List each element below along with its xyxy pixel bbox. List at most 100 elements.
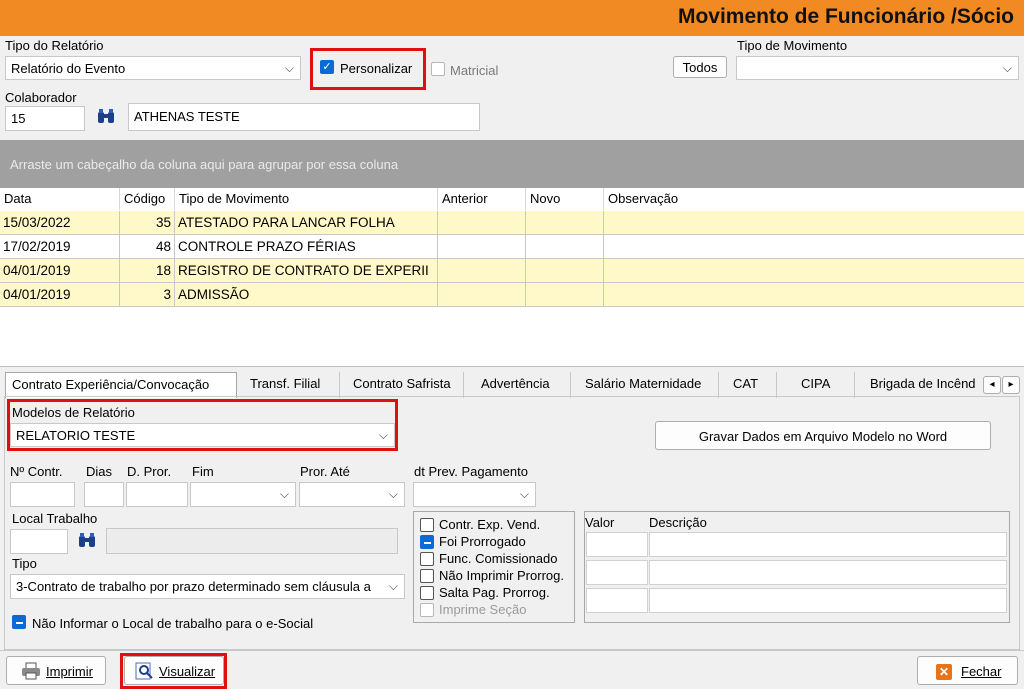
column-header-data[interactable]: Data xyxy=(0,188,120,210)
tab-scroll-left-icon[interactable]: ◂ xyxy=(983,376,1001,394)
cell-observacao xyxy=(604,283,1024,307)
valor-cell[interactable] xyxy=(586,588,648,613)
report-type-label: Tipo do Relatório xyxy=(5,38,104,53)
modelos-select[interactable]: RELATORIO TESTE ⌵ xyxy=(10,423,395,447)
tab-transf-filial[interactable]: Transf. Filial xyxy=(244,372,340,398)
valor-cell[interactable] xyxy=(586,532,648,557)
cell-anterior xyxy=(438,235,526,259)
descricao-cell[interactable] xyxy=(649,560,1007,585)
pror-ate-date-input[interactable]: ⌵ xyxy=(299,482,405,507)
report-type-select[interactable]: Relatório do Evento ⌵ xyxy=(5,56,301,80)
tipo-value: 3-Contrato de trabalho por prazo determi… xyxy=(16,579,371,594)
cell-observacao xyxy=(604,235,1024,259)
movement-type-select[interactable]: ⌵ xyxy=(736,56,1019,80)
todos-button[interactable]: Todos xyxy=(673,56,727,78)
local-trabalho-code-input[interactable] xyxy=(10,529,68,554)
matricial-label: Matricial xyxy=(450,63,499,78)
chevron-down-icon: ⌵ xyxy=(388,487,398,501)
collaborator-name-field: ATHENAS TESTE xyxy=(128,103,480,131)
cell-observacao xyxy=(604,211,1024,235)
table-row[interactable]: 04/01/2019 3 ADMISSÃO xyxy=(0,283,1024,307)
group-panel-text: Arraste um cabeçalho da coluna aqui para… xyxy=(10,157,399,172)
minus-icon xyxy=(12,615,26,629)
binoculars-icon[interactable] xyxy=(77,532,99,552)
cell-tipo: REGISTRO DE CONTRATO DE EXPERII xyxy=(175,259,438,283)
fechar-label: Fechar xyxy=(961,664,1002,679)
cell-codigo: 18 xyxy=(120,259,175,283)
d-pror-label: D. Pror. xyxy=(127,464,172,479)
gravar-word-button[interactable]: Gravar Dados em Arquivo Modelo no Word xyxy=(655,421,991,450)
column-header-novo[interactable]: Novo xyxy=(526,188,604,210)
table-row[interactable]: 04/01/2019 18 REGISTRO DE CONTRATO DE EX… xyxy=(0,259,1024,283)
column-header-tipo[interactable]: Tipo de Movimento xyxy=(175,188,438,210)
cell-novo xyxy=(526,283,604,307)
binoculars-icon[interactable] xyxy=(96,108,118,128)
cell-tipo: ADMISSÃO xyxy=(175,283,438,307)
tab-cat[interactable]: CAT xyxy=(727,372,777,398)
column-header-descricao[interactable]: Descrição xyxy=(649,515,707,530)
valor-cell[interactable] xyxy=(586,560,648,585)
collaborator-code-input[interactable]: 15 xyxy=(5,106,85,131)
descricao-cell[interactable] xyxy=(649,532,1007,557)
personalizar-label: Personalizar xyxy=(340,61,413,76)
matricial-checkbox[interactable] xyxy=(431,62,447,78)
tab-scroll-right-icon[interactable]: ▸ xyxy=(1002,376,1020,394)
cell-data: 04/01/2019 xyxy=(0,259,120,283)
dt-prev-date-input[interactable]: ⌵ xyxy=(413,482,536,507)
valor-descricao-grid: Valor Descrição xyxy=(584,511,1010,623)
table-row[interactable]: 15/03/2022 35 ATESTADO PARA LANCAR FOLHA xyxy=(0,211,1024,235)
cell-data: 04/01/2019 xyxy=(0,283,120,307)
column-header-observacao[interactable]: Observação xyxy=(604,188,1024,210)
group-by-panel[interactable]: Arraste um cabeçalho da coluna aqui para… xyxy=(0,140,1024,188)
tab-contrato-safrista[interactable]: Contrato Safrista xyxy=(347,372,464,398)
collaborator-label: Colaborador xyxy=(5,90,77,105)
table-row[interactable]: 17/02/2019 48 CONTROLE PRAZO FÉRIAS xyxy=(0,235,1024,259)
nao-informar-label: Não Informar o Local de trabalho para o … xyxy=(32,616,314,631)
visualizar-label: Visualizar xyxy=(159,664,216,679)
cell-codigo: 48 xyxy=(120,235,175,259)
movement-type-label: Tipo de Movimento xyxy=(737,38,848,53)
tipo-select[interactable]: 3-Contrato de trabalho por prazo determi… xyxy=(10,574,405,599)
n-contr-input[interactable] xyxy=(10,482,75,507)
column-header-codigo[interactable]: Código xyxy=(120,188,175,210)
tab-cipa[interactable]: CIPA xyxy=(795,372,855,398)
chevron-down-icon: ⌵ xyxy=(388,579,398,593)
title-bar: Movimento de Funcionário /Sócio xyxy=(0,0,1024,36)
imprimir-button[interactable]: Imprimir xyxy=(6,656,106,685)
tab-salario-maternidade[interactable]: Salário Maternidade xyxy=(579,372,719,398)
close-icon: ✕ xyxy=(936,664,952,680)
dias-input[interactable] xyxy=(84,482,124,507)
chevron-down-icon: ⌵ xyxy=(519,487,529,501)
collaborator-code: 15 xyxy=(11,111,26,126)
report-type-value: Relatório do Evento xyxy=(11,61,126,76)
tipo-label: Tipo xyxy=(12,556,37,571)
chevron-down-icon: ⌵ xyxy=(284,61,294,75)
cell-novo xyxy=(526,211,604,235)
tab-advertencia[interactable]: Advertência xyxy=(475,372,571,398)
nao-informar-checkbox[interactable] xyxy=(12,615,28,631)
personalizar-checkbox[interactable]: ✓ xyxy=(320,60,336,76)
chevron-down-icon: ⌵ xyxy=(279,487,289,501)
column-header-valor[interactable]: Valor xyxy=(585,515,614,530)
pror-ate-label: Pror. Até xyxy=(300,464,350,479)
cell-codigo: 35 xyxy=(120,211,175,235)
d-pror-input[interactable] xyxy=(126,482,188,507)
tab-brigada[interactable]: Brigada de Incênd xyxy=(864,372,982,398)
options-group: Contr. Exp. Vend. Foi Prorrogado Func. C… xyxy=(413,511,575,623)
fechar-button[interactable]: ✕ Fechar xyxy=(917,656,1018,685)
local-trabalho-label: Local Trabalho xyxy=(12,511,98,526)
chevron-down-icon: ⌵ xyxy=(1002,61,1012,75)
cell-observacao xyxy=(604,259,1024,283)
fim-date-input[interactable]: ⌵ xyxy=(190,482,296,507)
collaborator-name: ATHENAS TESTE xyxy=(134,109,240,124)
checkmark-icon: ✓ xyxy=(320,60,334,74)
column-header-anterior[interactable]: Anterior xyxy=(438,188,526,210)
cell-anterior xyxy=(438,283,526,307)
descricao-cell[interactable] xyxy=(649,588,1007,613)
cell-novo xyxy=(526,259,604,283)
cell-tipo: CONTROLE PRAZO FÉRIAS xyxy=(175,235,438,259)
dt-prev-label: dt Prev. Pagamento xyxy=(414,464,528,479)
cell-anterior xyxy=(438,259,526,283)
visualizar-button[interactable]: Visualizar xyxy=(124,656,224,685)
tab-contrato-experiencia[interactable]: Contrato Experiência/Convocação xyxy=(5,372,237,398)
